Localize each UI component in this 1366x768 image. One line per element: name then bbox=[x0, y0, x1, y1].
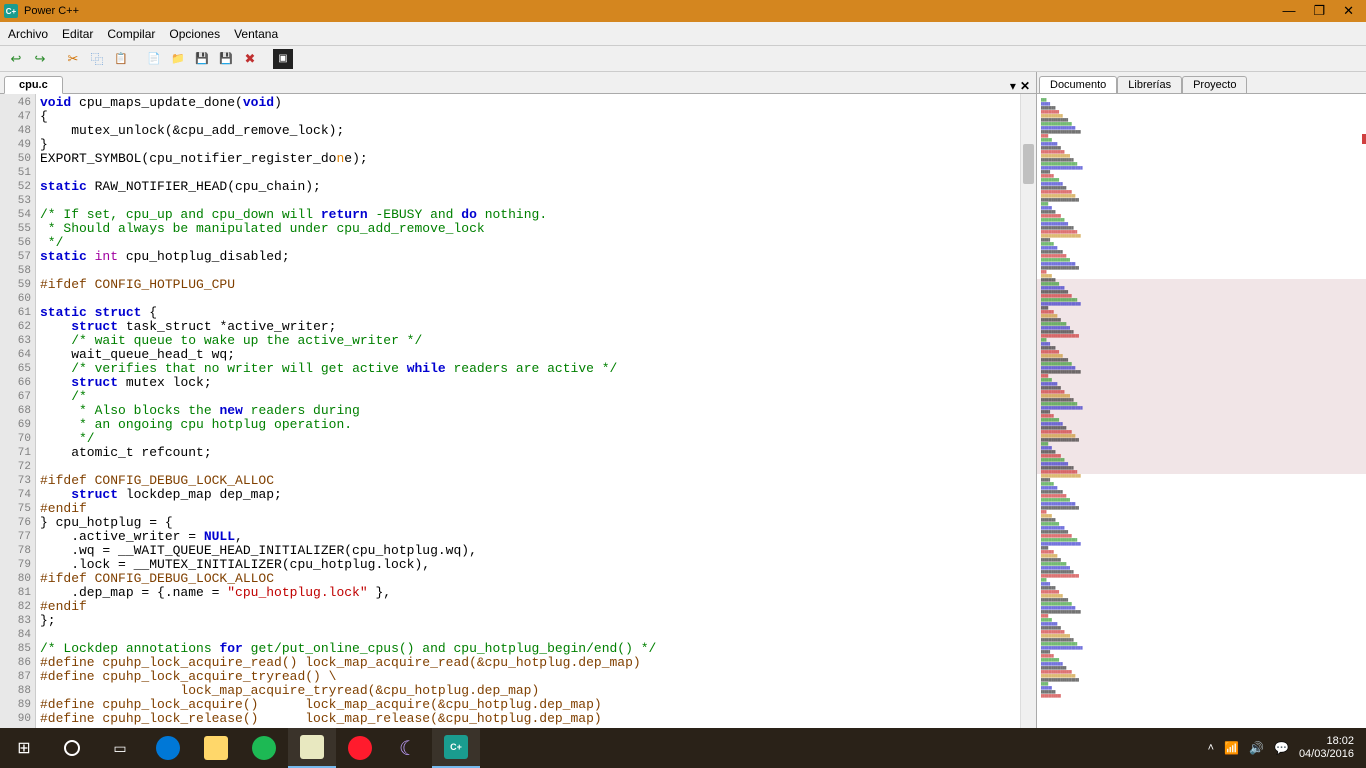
close-button[interactable]: ✕ bbox=[1343, 3, 1354, 19]
separator bbox=[266, 50, 267, 68]
notepad-button[interactable] bbox=[288, 728, 336, 768]
spotify-button[interactable] bbox=[240, 728, 288, 768]
taskview-button[interactable]: ▭ bbox=[96, 728, 144, 768]
vertical-scrollbar[interactable] bbox=[1020, 94, 1036, 728]
terminal-button[interactable]: ▣ bbox=[273, 49, 293, 69]
menu-editar[interactable]: Editar bbox=[62, 27, 93, 41]
tab-dropdown-icon[interactable]: ▾ bbox=[1010, 79, 1016, 93]
undo-button[interactable]: ↩ bbox=[6, 49, 26, 69]
clock-date: 04/03/2016 bbox=[1299, 748, 1354, 761]
edge-button[interactable] bbox=[144, 728, 192, 768]
menu-compilar[interactable]: Compilar bbox=[107, 27, 155, 41]
clock-time: 18:02 bbox=[1299, 735, 1354, 748]
tab-librerias[interactable]: Librerías bbox=[1117, 76, 1182, 93]
redo-button[interactable]: ↪ bbox=[30, 49, 50, 69]
cortana-button[interactable] bbox=[48, 728, 96, 768]
cut-button[interactable]: ✂ bbox=[63, 49, 83, 69]
wifi-icon[interactable]: 📶 bbox=[1224, 741, 1239, 755]
app-icon: C+ bbox=[4, 4, 18, 18]
minimize-button[interactable]: — bbox=[1282, 3, 1295, 19]
delete-button[interactable]: ✖ bbox=[240, 49, 260, 69]
volume-icon[interactable]: 🔊 bbox=[1249, 741, 1264, 755]
minimap-error-marker bbox=[1362, 134, 1366, 144]
powercpp-button[interactable]: C+ bbox=[432, 728, 480, 768]
tab-close-icon[interactable]: ✕ bbox=[1020, 79, 1030, 93]
save-button[interactable]: 💾 bbox=[192, 49, 212, 69]
copy-button[interactable]: ⿻ bbox=[87, 49, 107, 69]
window-title: Power C++ bbox=[24, 5, 1282, 17]
menu-bar: Archivo Editar Compilar Opciones Ventana bbox=[0, 22, 1366, 46]
explorer-button[interactable] bbox=[192, 728, 240, 768]
moon-button[interactable]: ☾ bbox=[384, 728, 432, 768]
start-button[interactable]: ⊞ bbox=[0, 728, 48, 768]
file-tab-cpu[interactable]: cpu.c bbox=[4, 76, 63, 94]
taskbar: ⊞ ▭ ☾ C+ ˄ 📶 🔊 💬 18:02 04/03/2016 bbox=[0, 728, 1366, 768]
tab-proyecto[interactable]: Proyecto bbox=[1182, 76, 1247, 93]
minimap[interactable]: ████████████████████████████████████████… bbox=[1037, 94, 1366, 728]
taskbar-clock[interactable]: 18:02 04/03/2016 bbox=[1299, 735, 1354, 761]
maximize-button[interactable]: ❐ bbox=[1313, 3, 1325, 19]
line-gutter: 4647484950515253545556575859606162636465… bbox=[0, 94, 36, 728]
editor-tabs: cpu.c ▾ ✕ bbox=[0, 72, 1036, 94]
tray-up-icon[interactable]: ˄ bbox=[1208, 742, 1214, 754]
paste-button[interactable]: 📋 bbox=[111, 49, 131, 69]
saveall-button[interactable]: 💾 bbox=[216, 49, 236, 69]
separator bbox=[56, 50, 57, 68]
code-editor[interactable]: 4647484950515253545556575859606162636465… bbox=[0, 94, 1036, 728]
scroll-thumb[interactable] bbox=[1023, 144, 1034, 184]
notifications-icon[interactable]: 💬 bbox=[1274, 741, 1289, 755]
separator bbox=[137, 50, 138, 68]
toolbar: ↩ ↪ ✂ ⿻ 📋 📄 📁 💾 💾 ✖ ▣ bbox=[0, 46, 1366, 72]
menu-ventana[interactable]: Ventana bbox=[234, 27, 278, 41]
opera-button[interactable] bbox=[336, 728, 384, 768]
tab-documento[interactable]: Documento bbox=[1039, 76, 1117, 93]
title-bar: C+ Power C++ — ❐ ✕ bbox=[0, 0, 1366, 22]
new-button[interactable]: 📄 bbox=[144, 49, 164, 69]
open-button[interactable]: 📁 bbox=[168, 49, 188, 69]
code-area[interactable]: void cpu_maps_update_done(void){ mutex_u… bbox=[36, 94, 1036, 728]
menu-archivo[interactable]: Archivo bbox=[8, 27, 48, 41]
right-panel: Documento Librerías Proyecto ███████████… bbox=[1036, 72, 1366, 728]
menu-opciones[interactable]: Opciones bbox=[169, 27, 220, 41]
